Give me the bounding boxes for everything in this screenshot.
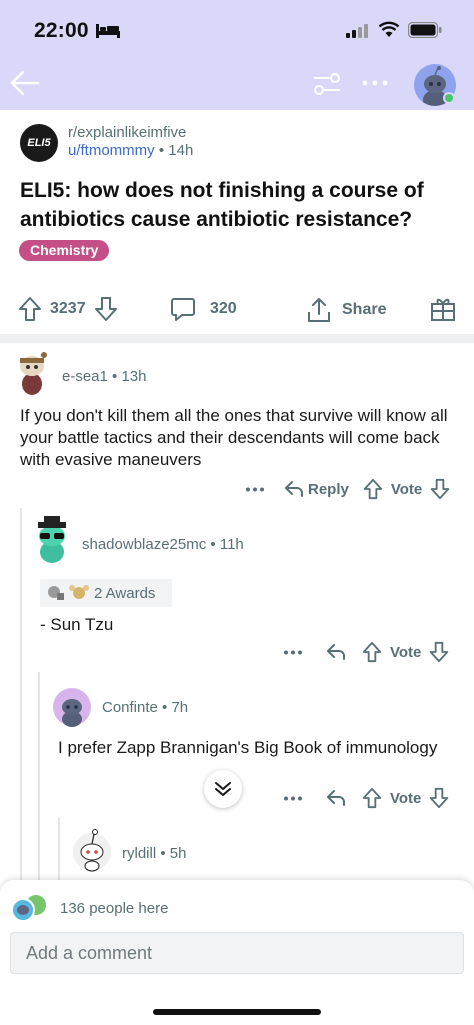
back-arrow-icon[interactable] bbox=[8, 68, 42, 98]
award-icon bbox=[69, 585, 89, 599]
people-avatars bbox=[11, 895, 46, 922]
comment-username[interactable]: Confinte bbox=[102, 699, 158, 716]
reply-icon[interactable] bbox=[284, 480, 304, 498]
more-icon[interactable] bbox=[362, 80, 388, 86]
share-button[interactable]: Share bbox=[306, 296, 386, 324]
e-sea1-avatar[interactable] bbox=[14, 350, 50, 398]
shadowblaze25mc-avatar[interactable] bbox=[32, 516, 72, 564]
subreddit-icon[interactable]: ELI5 bbox=[20, 124, 58, 162]
award-button[interactable] bbox=[430, 296, 456, 322]
downvote-icon[interactable] bbox=[429, 787, 449, 809]
comment-age: 11h bbox=[219, 536, 244, 553]
upvote-icon[interactable] bbox=[18, 296, 42, 322]
post-title: ELI5: how does not finishing a course of… bbox=[20, 179, 424, 231]
comment-author-meta: e-sea1 • 13h bbox=[62, 368, 147, 385]
bottom-comment-panel: 136 people here Add a comment bbox=[0, 880, 474, 1025]
battery-icon bbox=[408, 22, 442, 38]
post-age: 14h bbox=[168, 142, 194, 159]
nav-bar bbox=[0, 58, 474, 110]
comment-icon bbox=[171, 298, 195, 321]
reply-icon[interactable] bbox=[326, 643, 346, 661]
subreddit-name[interactable]: r/explainlikeimfive bbox=[68, 124, 186, 141]
meta-separator: • bbox=[160, 845, 170, 862]
comment-age: 7h bbox=[171, 699, 189, 716]
thread-line[interactable] bbox=[58, 818, 60, 880]
vote-group: 3237 bbox=[18, 296, 118, 322]
comment-body: If you don't kill them all the ones that… bbox=[20, 406, 448, 469]
home-indicator bbox=[153, 1009, 321, 1015]
comment-count: 320 bbox=[210, 300, 237, 317]
confinte-avatar[interactable] bbox=[52, 687, 92, 727]
award-icon bbox=[48, 586, 64, 600]
comment-username[interactable]: ryldill bbox=[122, 845, 156, 862]
share-label: Share bbox=[342, 301, 387, 318]
share-icon bbox=[308, 298, 330, 322]
online-status-dot bbox=[443, 92, 455, 104]
status-time: 22:00 bbox=[34, 19, 89, 42]
comment-author-meta: shadowblaze25mc • 11h bbox=[82, 536, 244, 553]
upvote-icon[interactable] bbox=[362, 641, 382, 663]
comment-author-meta: Confinte • 7h bbox=[102, 699, 188, 716]
vote-label: Vote bbox=[390, 643, 422, 661]
add-comment-input[interactable]: Add a comment bbox=[10, 932, 464, 974]
section-divider bbox=[0, 334, 474, 343]
thread-line[interactable] bbox=[38, 672, 40, 880]
downvote-icon[interactable] bbox=[429, 641, 449, 663]
gift-icon bbox=[431, 298, 455, 321]
upvote-icon[interactable] bbox=[362, 787, 382, 809]
ryldill-avatar[interactable] bbox=[72, 826, 112, 872]
downvote-icon[interactable] bbox=[430, 478, 450, 500]
post-flair[interactable]: Chemistry bbox=[19, 240, 110, 261]
awards-count: 2 Awards bbox=[94, 584, 156, 602]
vote-count: 3237 bbox=[50, 300, 86, 317]
comment-actions: Reply Vote bbox=[246, 478, 450, 500]
comment-actions: Vote bbox=[284, 787, 449, 809]
vote-label: Vote bbox=[390, 480, 423, 498]
comment-username[interactable]: e-sea1 bbox=[62, 368, 108, 385]
comment-actions: Vote bbox=[284, 641, 449, 663]
signal-icon bbox=[346, 24, 368, 38]
reply-icon[interactable] bbox=[326, 789, 346, 807]
awards-badge[interactable]: 2 Awards bbox=[40, 579, 172, 607]
scroll-down-button[interactable] bbox=[204, 770, 242, 808]
comment-username[interactable]: shadowblaze25mc bbox=[82, 536, 206, 553]
post-author[interactable]: u/ftmommmy bbox=[68, 142, 155, 159]
reply-label[interactable]: Reply bbox=[308, 481, 349, 498]
meta-separator: • bbox=[158, 142, 169, 159]
wifi-icon bbox=[378, 21, 400, 37]
thread-line[interactable] bbox=[20, 508, 22, 880]
status-bar: 22:00 bbox=[0, 0, 474, 58]
post-meta: u/ftmommmy • 14h bbox=[68, 142, 193, 159]
comment-age: 13h bbox=[121, 368, 147, 385]
filter-icon[interactable] bbox=[312, 71, 342, 97]
comment-body: I prefer Zapp Brannigan's Big Book of im… bbox=[58, 738, 438, 757]
comments-button[interactable]: 320 bbox=[170, 296, 237, 322]
people-here-count: 136 people here bbox=[60, 900, 169, 917]
more-icon[interactable] bbox=[284, 796, 302, 801]
chevron-double-down-icon bbox=[215, 782, 231, 796]
downvote-icon[interactable] bbox=[94, 296, 118, 322]
post-action-bar: 3237 320 Share bbox=[0, 290, 474, 330]
comment-age: 5h bbox=[169, 845, 187, 862]
meta-separator: • bbox=[210, 536, 220, 553]
bed-icon bbox=[96, 24, 120, 38]
upvote-icon[interactable] bbox=[363, 478, 383, 500]
comment-body: - Sun Tzu bbox=[40, 615, 114, 634]
more-icon[interactable] bbox=[284, 650, 302, 655]
vote-label: Vote bbox=[390, 789, 422, 807]
more-icon[interactable] bbox=[246, 487, 264, 492]
comment-author-meta: ryldill • 5h bbox=[122, 845, 186, 862]
